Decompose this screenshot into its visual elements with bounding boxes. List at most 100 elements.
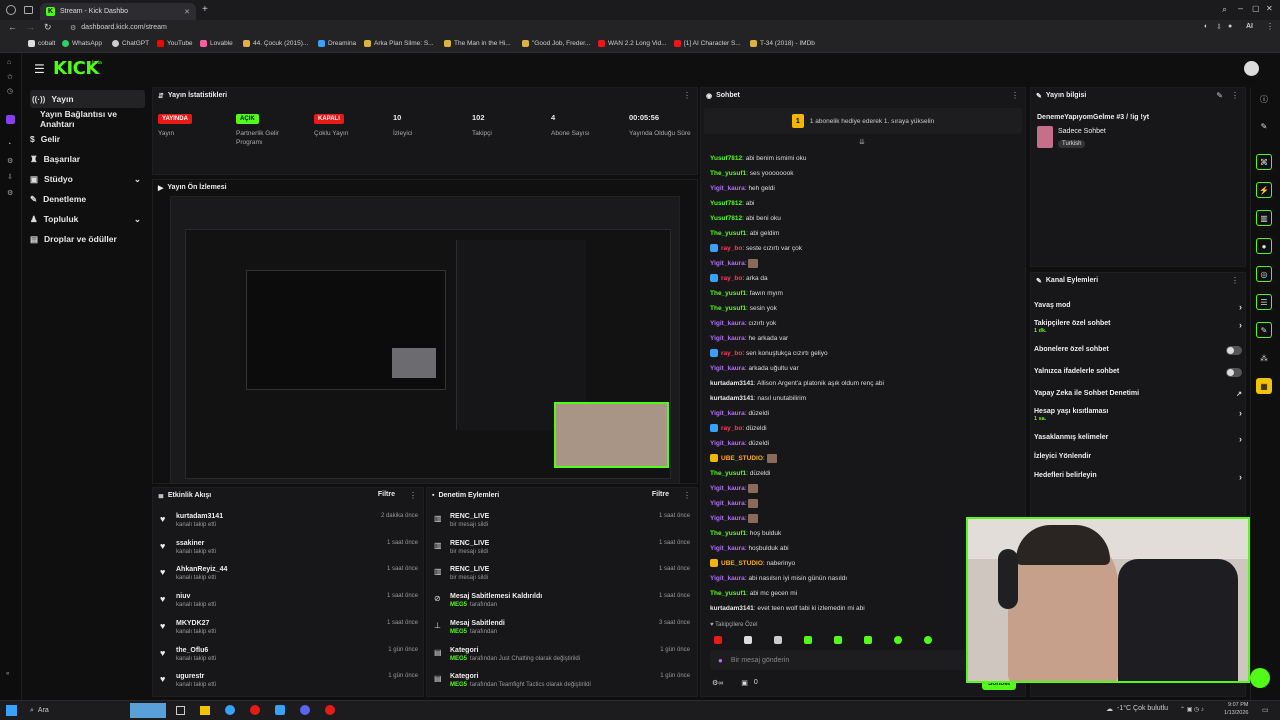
chat-username[interactable]: Yigit_kaura — [710, 185, 745, 192]
activity-row[interactable]: ♥ kurtadam3141 kanalı takip etti 2 dakika ö… — [160, 513, 418, 539]
bookmark-0[interactable]: cobalt — [28, 40, 55, 47]
chat-message[interactable]: Yigit_kaura: düzeldi — [710, 408, 769, 419]
bookmark-7[interactable]: Arka Plan Silme: S... — [364, 40, 434, 47]
chat-username[interactable]: kurtadam3141 — [710, 395, 754, 402]
site-info-icon[interactable]: ⚙ — [70, 24, 76, 32]
ai-button[interactable]: AI — [1246, 23, 1253, 30]
channel-action-row[interactable]: Yalnızca ifadelerle sohbet — [1034, 368, 1242, 382]
edit-icon[interactable]: ✎ — [1216, 91, 1223, 100]
hamburger-menu-icon[interactable]: ☰ — [34, 62, 45, 76]
chat-username[interactable]: ray_bo — [721, 275, 742, 282]
start-icon[interactable] — [6, 705, 17, 716]
chat-username[interactable]: Yigit_kaura — [710, 410, 745, 417]
browser-menu-icon[interactable]: ⋮ — [1266, 22, 1274, 31]
nav-item-achievements[interactable]: ♜ Başarılar — [30, 150, 145, 168]
chat-message[interactable]: Yusuf7812: abi benim ismimi oku — [710, 153, 806, 164]
chat-username[interactable]: Yusuf7812 — [710, 155, 742, 162]
chat-username[interactable]: Yigit_kaura — [710, 515, 745, 522]
chat-message[interactable]: Yusuf7812: abi beni oku — [710, 213, 781, 224]
chat-username[interactable]: Yigit_kaura — [710, 335, 745, 342]
rail-download-icon[interactable]: ⇩ — [7, 173, 13, 181]
tool-button-1-icon[interactable]: ⌘ — [1256, 154, 1272, 170]
share-icon[interactable]: ⁂ — [1256, 350, 1272, 366]
url-field[interactable]: ⚙ dashboard.kick.com/stream — [60, 21, 1140, 34]
bookmark-6[interactable]: Dreamina — [318, 40, 356, 47]
filter-button[interactable]: Filtre — [652, 491, 669, 498]
chat-message[interactable]: The_yusuf1: sesin yok — [710, 303, 777, 314]
emote-icon[interactable] — [804, 636, 812, 644]
chat-username[interactable]: The_yusuf1 — [710, 305, 746, 312]
list-icon[interactable]: ☰ — [1256, 294, 1272, 310]
chat-message[interactable]: The_yusuf1: ses yoooooook — [710, 168, 793, 179]
emote-icon[interactable] — [864, 636, 872, 644]
chat-message[interactable]: UBE_STUDIO: — [710, 453, 777, 464]
browser-tab-kick[interactable]: K Stream - Kick Dashbo ✕ — [40, 3, 196, 20]
activity-row[interactable]: ♥ ssakiner kanalı takip etti 1 saat önce — [160, 540, 418, 566]
chat-username[interactable]: The_yusuf1 — [710, 290, 746, 297]
activity-row[interactable]: ♥ AhkanReyiz_44 kanalı takip etti 1 saat ön… — [160, 566, 418, 592]
stream-preview-video[interactable] — [170, 196, 680, 484]
activity-row[interactable]: ♥ ugurestr kanalı takip etti 1 gün önce — [160, 673, 418, 699]
back-icon[interactable]: ← — [8, 22, 17, 32]
more-options-icon[interactable]: ⋮ — [1231, 276, 1239, 285]
moderation-row[interactable]: ▤ Kategori MEG5 tarafından Teamfight Tactic… — [434, 673, 690, 699]
app-icon[interactable] — [275, 705, 285, 715]
pencil-icon[interactable]: ✎ — [1256, 118, 1272, 134]
chat-username[interactable]: The_yusuf1 — [710, 230, 746, 237]
file-explorer-icon[interactable] — [200, 706, 210, 715]
bookmark-3[interactable]: YouTube — [157, 40, 193, 47]
chat-message[interactable]: kurtadam3141: evet teen wolf tabi ki izl… — [710, 603, 865, 614]
taskbar-widget-image[interactable] — [130, 703, 166, 718]
chat-message[interactable]: ray_bo: seste cızırtı var çok — [710, 243, 802, 254]
close-tab-icon[interactable]: ✕ — [184, 8, 190, 16]
moderation-row[interactable]: ▥ RENC_LIVE bir mesajı sildi 1 saat önce — [434, 540, 690, 566]
nav-item-moderation[interactable]: ✎ Denetleme — [30, 190, 145, 208]
nav-item-revenue[interactable]: $ Gelir — [30, 130, 145, 148]
chat-username[interactable]: The_yusuf1 — [710, 530, 746, 537]
chat-username[interactable]: Yigit_kaura — [710, 485, 745, 492]
moderation-row[interactable]: ▥ RENC_LIVE bir mesajı sildi 1 saat önce — [434, 566, 690, 592]
chat-message[interactable]: ray_bo: düzeldi — [710, 423, 767, 434]
nav-item-stream[interactable]: ((·)) Yayın — [30, 90, 145, 108]
chat-message[interactable]: Yigit_kaura: — [710, 483, 759, 494]
chat-username[interactable]: Yigit_kaura — [710, 260, 745, 267]
bookmark-8[interactable]: The Man in the Hi... — [444, 40, 511, 47]
chat-message[interactable]: The_yusuf1: düzeldi — [710, 468, 770, 479]
moderation-row[interactable]: ▤ Kategori MEG5 tarafından Just Chatting ol… — [434, 647, 690, 673]
chat-bubble-icon[interactable]: ● — [1256, 238, 1272, 254]
chat-username[interactable]: ray_bo — [721, 350, 742, 357]
chat-username[interactable]: The_yusuf1 — [710, 590, 746, 597]
activity-row[interactable]: ♥ MKYDK27 kanalı takip etti 1 saat önce — [160, 620, 418, 646]
chat-message[interactable]: Yigit_kaura: — [710, 513, 759, 524]
trash-icon[interactable]: ▥ — [1256, 210, 1272, 226]
more-options-icon[interactable]: ⋮ — [409, 491, 417, 500]
chat-message[interactable]: kurtadam3141: Allison Argent'a platonik … — [710, 378, 884, 389]
chat-message[interactable]: Yigit_kaura: abi nasılsın iyi misin günü… — [710, 573, 847, 584]
lightning-icon[interactable]: ⚡ — [1256, 182, 1272, 198]
chat-message[interactable]: The_yusuf1: hoş bulduk — [710, 528, 781, 539]
activity-row[interactable]: ♥ niuv kanalı takip etti 1 saat önce — [160, 593, 418, 619]
minimize-window-button[interactable]: – — [1238, 3, 1243, 13]
channel-action-row[interactable]: Abonelere özel sohbet — [1034, 346, 1242, 360]
chat-message[interactable]: kurtadam3141: nasıl unutabilirim — [710, 393, 806, 404]
notification-icon[interactable]: ▭ — [1262, 706, 1269, 714]
rail-collapse-icon[interactable]: « — [6, 671, 9, 677]
chat-username[interactable]: kurtadam3141 — [710, 380, 754, 387]
moderator-name[interactable]: MEG5 — [450, 682, 467, 688]
chat-username[interactable]: ray_bo — [721, 245, 742, 252]
extensions-icon[interactable]: ◐ — [1204, 23, 1208, 30]
bookmark-11[interactable]: [1] AI Character S... — [674, 40, 741, 47]
more-options-icon[interactable]: ⋮ — [683, 91, 691, 100]
rail-app-icon[interactable] — [6, 115, 15, 124]
nav-item-drops[interactable]: ▤ Droplar ve ödüller — [30, 230, 145, 248]
bookmark-9[interactable]: "Good Job, Freder... — [522, 40, 590, 47]
emote-icon[interactable] — [894, 636, 902, 644]
infinity-icon[interactable]: ⚙∞ — [712, 679, 723, 687]
chat-message[interactable]: ray_bo: arka da — [710, 273, 768, 284]
chat-username[interactable]: Yigit_kaura — [710, 575, 745, 582]
tray-icons[interactable]: ⌃ ▣ ◷ ♪ — [1180, 706, 1204, 713]
chat-username[interactable]: UBE_STUDIO — [721, 560, 763, 567]
more-options-icon[interactable]: ⋮ — [1231, 91, 1239, 100]
chat-message[interactable]: Yigit_kaura: he arkada var — [710, 333, 788, 344]
bookmark-12[interactable]: T-34 (2018) - IMDb — [750, 40, 815, 47]
